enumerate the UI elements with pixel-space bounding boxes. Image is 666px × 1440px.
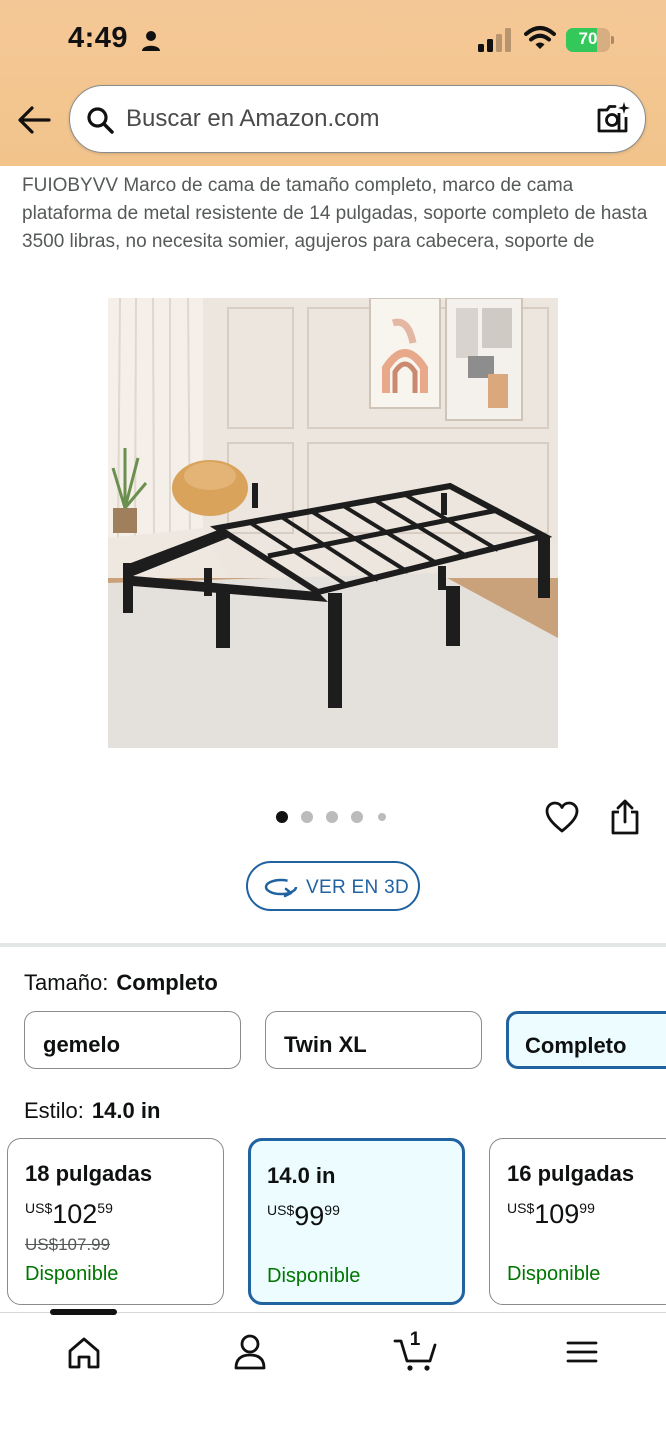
section-divider [0, 943, 666, 947]
pagination-dot[interactable] [276, 811, 288, 823]
person-icon [142, 31, 160, 51]
home-icon [68, 1337, 100, 1369]
style-option-availability: Disponible [25, 1263, 119, 1285]
size-selector-header: Tamaño: Completo [24, 970, 218, 996]
size-option-label: gemelo [43, 1032, 121, 1057]
search-input[interactable] [126, 102, 576, 136]
style-option-14-in[interactable]: 14.0 in US$9999 Disponible [248, 1138, 465, 1305]
pagination-dot[interactable] [378, 813, 386, 821]
battery-indicator: 70 [566, 28, 614, 52]
bottom-tab-bar: 1 [0, 1309, 666, 1440]
tab-menu[interactable] [558, 1331, 606, 1373]
status-time: 4:49 [68, 22, 129, 54]
menu-icon [566, 1341, 598, 1363]
pagination-dot[interactable] [326, 811, 338, 823]
search-icon [87, 107, 114, 134]
camera-search-icon[interactable] [595, 101, 631, 137]
size-option-label: Twin XL [284, 1032, 367, 1057]
style-option-16-pulgadas[interactable]: 16 pulgadas US$10999 Disponible [489, 1138, 666, 1305]
style-option-18-pulgadas[interactable]: 18 pulgadas US$10259 US$107.99 Disponibl… [7, 1138, 224, 1305]
style-option-availability: Disponible [507, 1263, 601, 1285]
style-option-name: 14.0 in [267, 1163, 336, 1188]
share-icon[interactable] [608, 798, 642, 836]
style-option-list-price: US$107.99 [25, 1235, 111, 1254]
active-tab-indicator [50, 1309, 117, 1315]
search-bar[interactable] [69, 85, 646, 153]
rotate-3d-icon [264, 878, 298, 898]
pagination-dot[interactable] [301, 811, 313, 823]
cellular-signal-icon [478, 28, 511, 52]
view-in-3d-button[interactable]: VER EN 3D [246, 861, 420, 911]
view-in-3d-label: VER EN 3D [306, 877, 410, 898]
style-option-price: US$9999 [267, 1201, 340, 1231]
heart-icon[interactable] [544, 800, 580, 834]
image-pagination-dots[interactable] [276, 810, 396, 824]
style-option-price: US$10999 [507, 1199, 595, 1229]
account-icon [234, 1334, 266, 1370]
cart-item-count: 1 [409, 1329, 421, 1350]
style-option-availability: Disponible [267, 1265, 361, 1287]
style-option-name: 18 pulgadas [25, 1161, 153, 1186]
size-option-completo[interactable]: Completo [506, 1011, 666, 1069]
product-image[interactable] [108, 298, 558, 748]
size-option-twin-xl[interactable]: Twin XL [265, 1011, 482, 1069]
back-arrow-icon[interactable] [16, 104, 52, 136]
tab-home[interactable] [60, 1331, 108, 1373]
app-header: 4:49 70 [0, 0, 666, 166]
style-selector-header: Estilo: 14.0 in [24, 1098, 160, 1124]
size-label: Tamaño: [24, 970, 109, 995]
tab-cart[interactable]: 1 [392, 1329, 440, 1373]
style-selected-value: 14.0 in [91, 1098, 161, 1123]
wifi-icon [524, 26, 556, 49]
size-option-gemelo[interactable]: gemelo [24, 1011, 241, 1069]
tab-account[interactable] [226, 1331, 274, 1373]
style-option-name: 16 pulgadas [507, 1161, 635, 1186]
size-option-label: Completo [525, 1033, 627, 1058]
size-selected-value: Completo [116, 970, 218, 995]
style-label: Estilo: [24, 1098, 84, 1123]
style-option-price: US$10259 [25, 1199, 113, 1229]
pagination-dot[interactable] [351, 811, 363, 823]
product-title[interactable]: FUIOBYVV Marco de cama de tamaño complet… [22, 172, 652, 256]
battery-level: 70 [578, 29, 598, 48]
